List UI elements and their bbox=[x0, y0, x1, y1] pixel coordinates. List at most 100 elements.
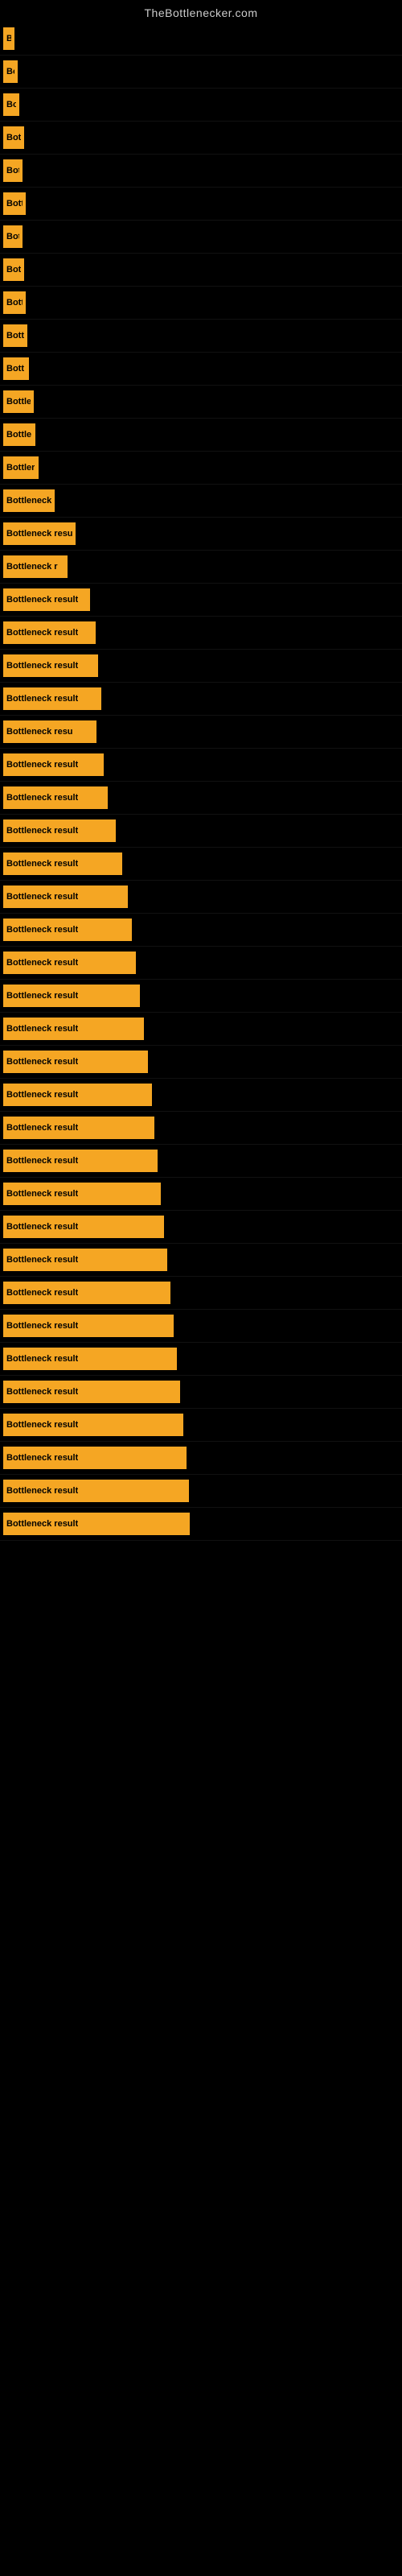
bar-label: Bottleneck result bbox=[6, 628, 78, 638]
result-bar[interactable]: Bottleneck result bbox=[3, 1447, 187, 1469]
result-bar[interactable]: Bott bbox=[3, 126, 24, 149]
bar-label: Bottleneck result bbox=[6, 1255, 78, 1265]
bar-label: Bottleneck bbox=[6, 496, 51, 506]
result-bar[interactable]: Bottleneck result bbox=[3, 1315, 174, 1337]
bar-row: Bottle bbox=[0, 386, 402, 419]
result-bar[interactable]: Bottler bbox=[3, 456, 39, 479]
result-bar[interactable]: Bott bbox=[3, 291, 26, 314]
bar-row: Bottleneck result bbox=[0, 1508, 402, 1541]
result-bar[interactable]: Bottleneck result bbox=[3, 654, 98, 677]
result-bar[interactable]: Bottleneck result bbox=[3, 753, 104, 776]
bar-label: Bot bbox=[6, 265, 21, 275]
bar-label: Bottleneck result bbox=[6, 661, 78, 671]
bar-label: Bottleneck result bbox=[6, 958, 78, 968]
result-bar[interactable]: Bottleneck result bbox=[3, 621, 96, 644]
result-bar[interactable]: Bottleneck result bbox=[3, 1150, 158, 1172]
bar-row: B bbox=[0, 23, 402, 56]
result-bar[interactable]: Bottleneck result bbox=[3, 819, 116, 842]
result-bar[interactable]: B bbox=[3, 27, 14, 50]
result-bar[interactable]: Bot bbox=[3, 258, 24, 281]
bar-row: Bottleneck resu bbox=[0, 716, 402, 749]
result-bar[interactable]: Bottleneck result bbox=[3, 1480, 189, 1502]
result-bar[interactable]: Bottleneck result bbox=[3, 1249, 167, 1271]
result-bar[interactable]: Bottleneck result bbox=[3, 1084, 152, 1106]
result-bar[interactable]: Bottleneck result bbox=[3, 1513, 190, 1535]
bar-row: Bo bbox=[0, 89, 402, 122]
result-bar[interactable]: Bottleneck result bbox=[3, 886, 128, 908]
bar-label: Bottleneck result bbox=[6, 1123, 78, 1133]
bar-row: Bottleneck result bbox=[0, 881, 402, 914]
result-bar[interactable]: Bottleneck result bbox=[3, 1348, 177, 1370]
result-bar[interactable]: Bottleneck result bbox=[3, 919, 132, 941]
result-bar[interactable]: Bottleneck r bbox=[3, 555, 68, 578]
bar-label: Bottleneck result bbox=[6, 1519, 78, 1529]
bar-label: Bottleneck result bbox=[6, 1321, 78, 1331]
bar-label: Bottle bbox=[6, 397, 31, 407]
result-bar[interactable]: Bott bbox=[3, 324, 27, 347]
result-bar[interactable]: Bottle bbox=[3, 423, 35, 446]
bar-row: Bottleneck resu bbox=[0, 518, 402, 551]
bar-label: Bottleneck result bbox=[6, 1354, 78, 1364]
bar-row: Bottleneck result bbox=[0, 617, 402, 650]
bar-row: Bottleneck result bbox=[0, 782, 402, 815]
bar-row: Bott bbox=[0, 353, 402, 386]
result-bar[interactable]: Bottleneck result bbox=[3, 1018, 144, 1040]
result-bar[interactable]: Bottle bbox=[3, 390, 34, 413]
result-bar[interactable]: Bottleneck resu bbox=[3, 720, 96, 743]
result-bar[interactable]: Bottleneck result bbox=[3, 1183, 161, 1205]
bar-label: Bottleneck result bbox=[6, 1420, 78, 1430]
result-bar[interactable]: Bo bbox=[3, 60, 18, 83]
bar-row: Bottler bbox=[0, 452, 402, 485]
result-bar[interactable]: Bottleneck result bbox=[3, 985, 140, 1007]
bar-row: Bottleneck result bbox=[0, 980, 402, 1013]
bar-label: Bottleneck result bbox=[6, 1057, 78, 1067]
bar-label: Bott bbox=[6, 331, 24, 341]
result-bar[interactable]: Bottleneck result bbox=[3, 1414, 183, 1436]
result-bar[interactable]: Bottleneck resu bbox=[3, 522, 76, 545]
bar-label: B bbox=[6, 34, 11, 43]
bar-label: Bottleneck resu bbox=[6, 727, 73, 737]
bar-row: Bott bbox=[0, 320, 402, 353]
bar-label: Bo bbox=[6, 67, 14, 76]
bar-row: Bottleneck result bbox=[0, 947, 402, 980]
result-bar[interactable]: Bottleneck result bbox=[3, 1282, 170, 1304]
result-bar[interactable]: Bott bbox=[3, 192, 26, 215]
result-bar[interactable]: Bottleneck result bbox=[3, 1117, 154, 1139]
bar-row: Bottleneck result bbox=[0, 1277, 402, 1310]
bar-row: Bott bbox=[0, 122, 402, 155]
bar-row: Bottleneck result bbox=[0, 1013, 402, 1046]
result-bar[interactable]: Bottleneck result bbox=[3, 588, 90, 611]
result-bar[interactable]: Bottleneck result bbox=[3, 952, 136, 974]
result-bar[interactable]: Bot bbox=[3, 225, 23, 248]
bar-row: Bottleneck result bbox=[0, 1475, 402, 1508]
result-bar[interactable]: Bot bbox=[3, 159, 23, 182]
result-bar[interactable]: Bo bbox=[3, 93, 19, 116]
bar-label: Bottleneck result bbox=[6, 859, 78, 869]
bar-label: Bott bbox=[6, 364, 24, 374]
result-bar[interactable]: Bottleneck result bbox=[3, 1051, 148, 1073]
bar-label: Bottler bbox=[6, 463, 35, 473]
bar-row: Bottleneck result bbox=[0, 1079, 402, 1112]
bar-label: Bottleneck result bbox=[6, 793, 78, 803]
bar-label: Bottleneck r bbox=[6, 562, 58, 572]
result-bar[interactable]: Bott bbox=[3, 357, 29, 380]
bar-label: Bo bbox=[6, 100, 16, 109]
result-bar[interactable]: Bottleneck result bbox=[3, 852, 122, 875]
bar-row: Bottleneck result bbox=[0, 1376, 402, 1409]
bar-label: Bottleneck resu bbox=[6, 529, 72, 539]
bar-row: Bottleneck result bbox=[0, 815, 402, 848]
bar-row: Bottleneck r bbox=[0, 551, 402, 584]
bar-row: Bot bbox=[0, 155, 402, 188]
bar-label: Bottleneck result bbox=[6, 925, 78, 935]
bar-row: Bottleneck result bbox=[0, 1046, 402, 1079]
result-bar[interactable]: Bottleneck bbox=[3, 489, 55, 512]
result-bar[interactable]: Bottleneck result bbox=[3, 687, 101, 710]
site-title: TheBottlenecker.com bbox=[0, 0, 402, 23]
bar-row: Bott bbox=[0, 287, 402, 320]
result-bar[interactable]: Bottleneck result bbox=[3, 786, 108, 809]
bar-row: Bottleneck result bbox=[0, 650, 402, 683]
result-bar[interactable]: Bottleneck result bbox=[3, 1381, 180, 1403]
bar-row: Bottleneck result bbox=[0, 1409, 402, 1442]
result-bar[interactable]: Bottleneck result bbox=[3, 1216, 164, 1238]
bar-label: Bottleneck result bbox=[6, 1288, 78, 1298]
